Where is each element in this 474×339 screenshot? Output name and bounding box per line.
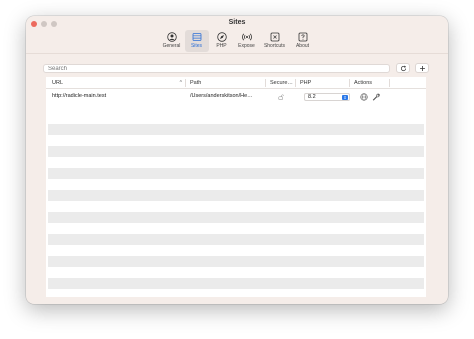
person-circle-icon: [166, 32, 177, 42]
empty-table-row: [48, 256, 424, 267]
plus-icon: [419, 65, 425, 71]
column-title: Actions: [354, 80, 373, 86]
app-window: Sites General Sites PHP Expose Shortcuts…: [26, 16, 448, 304]
column-header-path[interactable]: Path: [186, 79, 266, 87]
site-path: /Users/anderskitson/He…: [190, 93, 253, 99]
tab-general[interactable]: General: [160, 30, 184, 52]
tab-php[interactable]: PHP: [210, 30, 234, 52]
refresh-button[interactable]: [396, 63, 410, 73]
column-header-php[interactable]: PHP: [296, 79, 350, 87]
column-header-secure[interactable]: Secure…: [266, 79, 296, 87]
tab-label: PHP: [216, 43, 227, 49]
column-header-actions[interactable]: Actions: [350, 79, 390, 87]
window-title: Sites: [228, 19, 246, 26]
empty-table-row: [48, 234, 424, 245]
column-title: PHP: [300, 80, 312, 86]
wrench-icon[interactable]: [372, 93, 380, 101]
preferences-tabbar: General Sites PHP Expose Shortcuts About: [26, 30, 448, 52]
tab-shortcuts[interactable]: Shortcuts: [260, 30, 290, 52]
command-key-icon: [270, 32, 279, 42]
table-row[interactable]: http://radicle-main.test /Users/anderski…: [48, 91, 424, 102]
column-header-url[interactable]: URL ^: [48, 79, 186, 87]
compass-icon: [216, 32, 227, 42]
tab-label: Sites: [190, 43, 203, 49]
search-input[interactable]: [43, 64, 390, 73]
refresh-icon: [400, 65, 406, 71]
tab-label: Expose: [238, 43, 255, 49]
column-title: Secure…: [270, 80, 293, 86]
empty-table-row: [48, 278, 424, 289]
empty-table-row: [48, 124, 424, 135]
add-site-button[interactable]: [415, 63, 429, 73]
php-version-select[interactable]: 8.2 ⇕: [304, 93, 350, 101]
chevron-updown-icon: ⇕: [342, 95, 348, 100]
tab-label: Shortcuts: [263, 43, 286, 49]
sites-table: URL ^ Path Secure… PHP Actions http://ra…: [46, 77, 426, 297]
broadcast-icon: [241, 33, 252, 41]
folder-stack-icon: [192, 33, 201, 41]
tab-label: About: [295, 43, 310, 49]
column-title: URL: [52, 80, 64, 86]
question-icon: [298, 32, 307, 42]
unlocked-icon[interactable]: [278, 94, 284, 100]
tab-expose[interactable]: Expose: [235, 30, 259, 52]
tab-label: General: [162, 43, 181, 49]
tab-about[interactable]: About: [291, 30, 315, 52]
column-title: Path: [190, 80, 202, 86]
empty-table-row: [48, 146, 424, 157]
site-url: http://radicle-main.test: [52, 93, 107, 99]
globe-icon[interactable]: [360, 93, 368, 101]
tab-sites[interactable]: Sites: [184, 30, 209, 52]
empty-table-row: [48, 212, 424, 223]
table-header: URL ^ Path Secure… PHP Actions: [46, 77, 426, 89]
toolbar-divider: [26, 53, 448, 54]
sort-ascending-icon: ^: [179, 80, 182, 86]
empty-table-row: [48, 190, 424, 201]
empty-table-row: [48, 168, 424, 179]
php-version-value: 8.2: [308, 94, 316, 100]
